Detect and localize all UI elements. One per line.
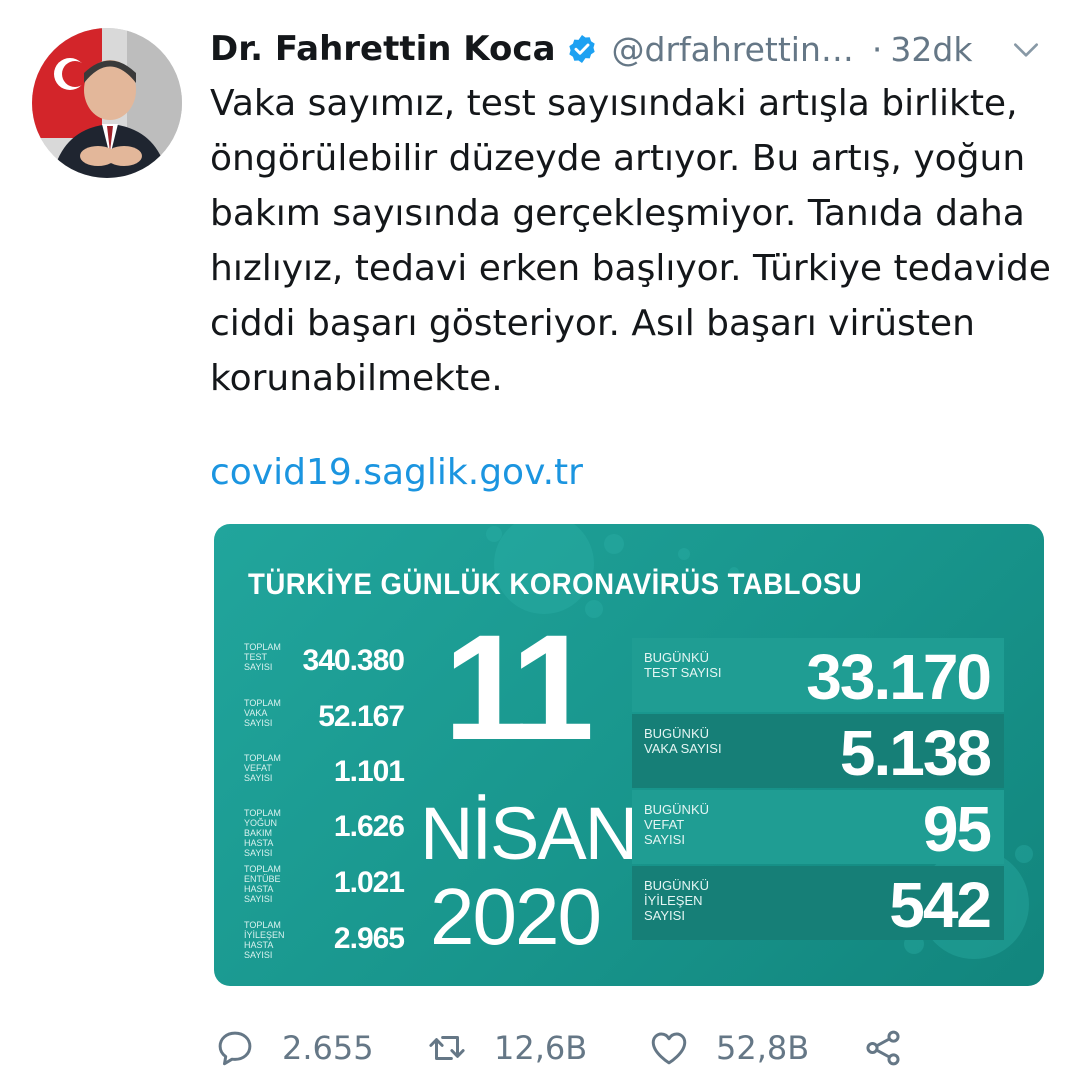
total-label: TOPLAM İYİLEŞEN HASTA SAYISI	[244, 920, 285, 960]
total-value: 1.101	[333, 755, 405, 788]
retweet-button[interactable]: 12,6B	[426, 1020, 587, 1076]
like-count: 52,8B	[716, 1029, 810, 1067]
daily-value: 542	[889, 869, 992, 941]
reply-count: 2.655	[282, 1029, 374, 1067]
date-month: NİSAN	[420, 792, 638, 875]
total-recovered-row: TOPLAM İYİLEŞEN HASTA SAYISI 2.965	[244, 916, 405, 966]
daily-label: BUGÜNKÜ VAKA SAYISI	[644, 726, 722, 756]
retweet-icon	[429, 1036, 465, 1060]
daily-label: BUGÜNKÜ İYİLEŞEN SAYISI	[644, 878, 710, 923]
daily-value: 33.170	[806, 641, 992, 713]
share-button[interactable]	[862, 1020, 904, 1076]
author-handle[interactable]: @drfahrettin…	[612, 30, 854, 69]
daily-label: BUGÜNKÜ TEST SAYISI	[644, 650, 722, 680]
daily-label: BUGÜNKÜ VEFAT SAYISI	[644, 802, 710, 847]
like-button[interactable]: 52,8B	[648, 1020, 809, 1076]
total-case-row: TOPLAM VAKA SAYISI 52.167	[244, 694, 405, 744]
total-label: TOPLAM VEFAT SAYISI	[244, 753, 281, 783]
total-label: TOPLAM YOĞUN BAKIM HASTA SAYISI	[244, 808, 281, 858]
total-icu-row: TOPLAM YOĞUN BAKIM HASTA SAYISI 1.626	[244, 804, 405, 858]
total-value: 1.021	[333, 866, 405, 899]
share-icon	[866, 1030, 900, 1066]
date-year: 2020	[430, 872, 602, 961]
total-value: 1.626	[333, 810, 405, 843]
total-value: 340.380	[302, 644, 405, 677]
total-death-row: TOPLAM VEFAT SAYISI 1.101	[244, 749, 405, 799]
reply-button[interactable]: 2.655	[214, 1020, 374, 1076]
daily-death-box: BUGÜNKÜ VEFAT SAYISI 95	[632, 790, 1004, 865]
retweet-count: 12,6B	[494, 1029, 588, 1067]
tweet-header: Dr. Fahrettin Koca @drfahrettin… · 32dk	[210, 20, 1070, 78]
tweet-link[interactable]: covid19.saglik.gov.tr	[210, 452, 583, 493]
total-label: TOPLAM TEST SAYISI	[244, 642, 281, 672]
daily-case-box: BUGÜNKÜ VAKA SAYISI 5.138	[632, 714, 1004, 789]
author-name[interactable]: Dr. Fahrettin Koca	[210, 29, 556, 69]
chevron-down-icon[interactable]	[1010, 34, 1042, 66]
total-label: TOPLAM ENTÜBE HASTA SAYISI	[244, 864, 281, 904]
card-title: TÜRKİYE GÜNLÜK KORONAVİRÜS TABLOSU	[248, 568, 863, 601]
tweet-media-image[interactable]: TÜRKİYE GÜNLÜK KORONAVİRÜS TABLOSU TOPLA…	[214, 524, 1044, 986]
author-avatar[interactable]	[32, 28, 182, 178]
total-value: 52.167	[318, 700, 405, 733]
tweet-timestamp[interactable]: 32dk	[890, 30, 972, 69]
avatar-image	[32, 28, 182, 178]
daily-recovered-box: BUGÜNKÜ İYİLEŞEN SAYISI 542	[632, 866, 1004, 941]
heart-icon	[651, 1032, 687, 1065]
tweet-text: Vaka sayımız, test sayısındaki artışla b…	[210, 83, 1051, 399]
daily-test-box: BUGÜNKÜ TEST SAYISI 33.170	[632, 638, 1004, 713]
total-intubated-row: TOPLAM ENTÜBE HASTA SAYISI 1.021	[244, 860, 405, 910]
separator-dot: ·	[871, 29, 883, 69]
daily-value: 95	[922, 793, 992, 865]
verified-badge-icon	[568, 35, 595, 63]
date-day: 11	[443, 603, 595, 771]
total-label: TOPLAM VAKA SAYISI	[244, 698, 281, 728]
total-value: 2.965	[333, 922, 405, 955]
daily-value: 5.138	[839, 717, 992, 789]
reply-icon	[218, 1031, 252, 1066]
tweet-actions: 2.655 12,6B 52,8B	[214, 1020, 1034, 1076]
total-test-row: TOPLAM TEST SAYISI 340.380	[244, 638, 405, 688]
